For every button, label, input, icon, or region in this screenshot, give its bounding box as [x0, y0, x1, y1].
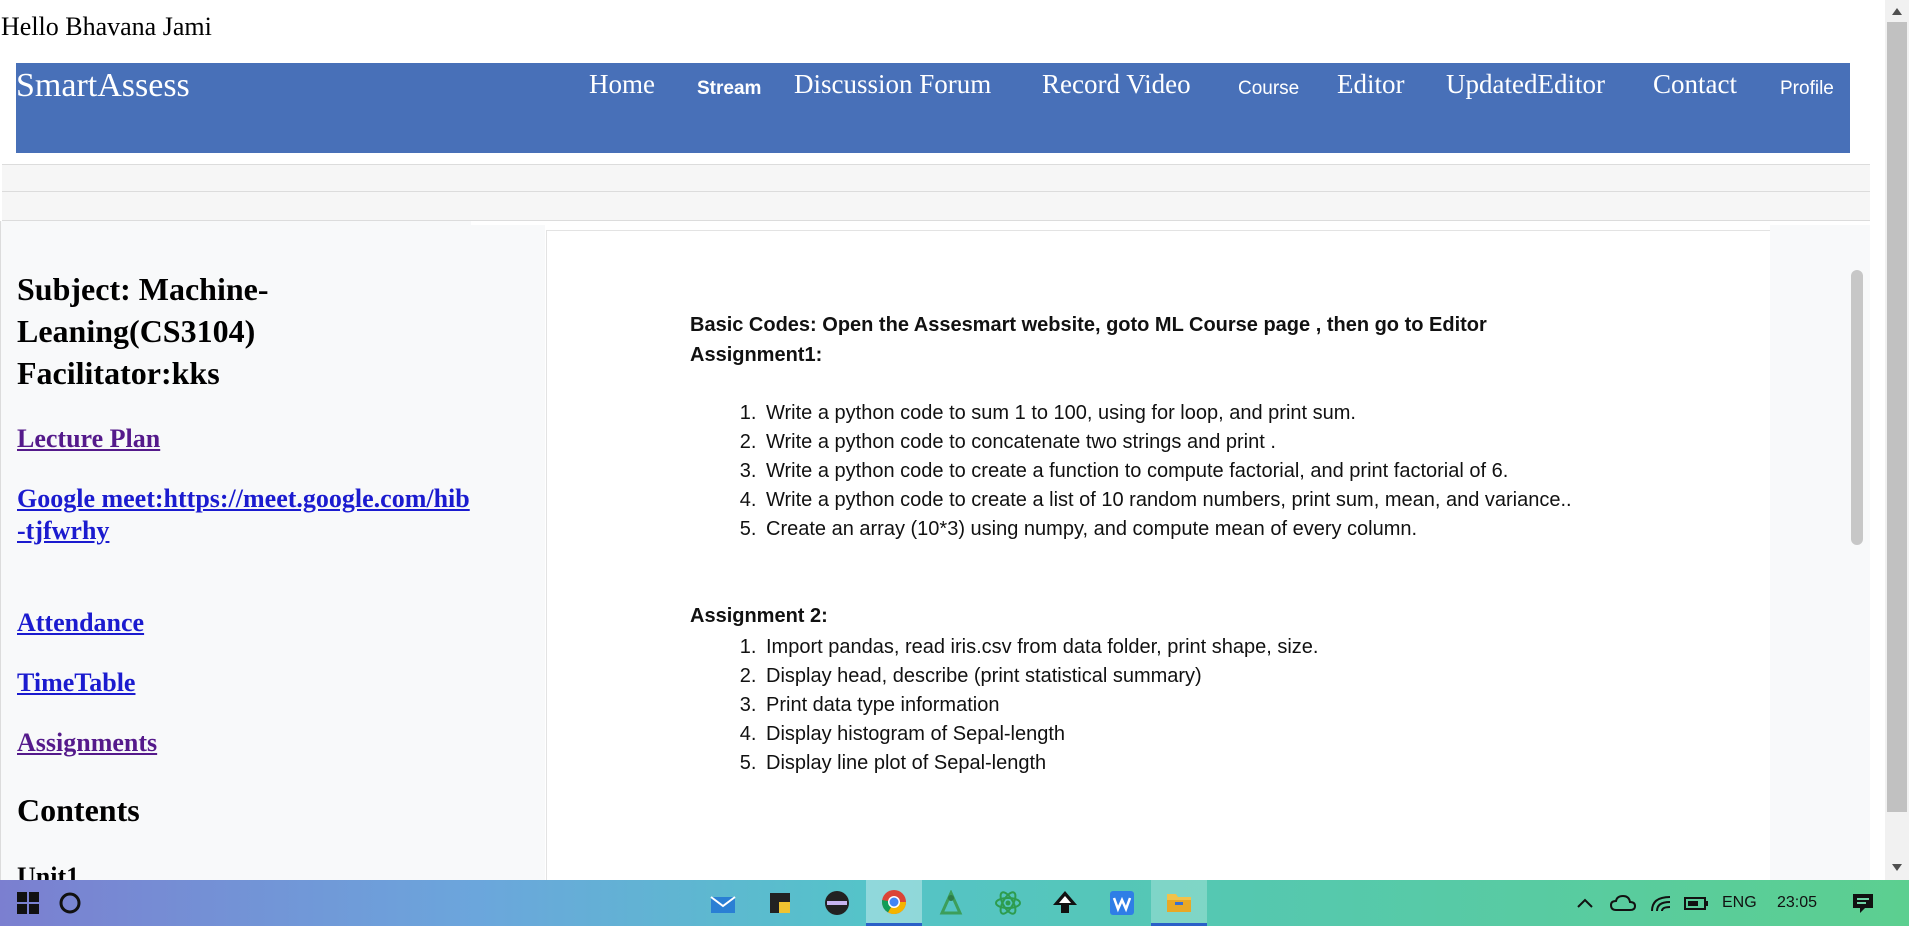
- inkscape-icon[interactable]: [1037, 880, 1093, 926]
- scroll-down-icon[interactable]: [1892, 864, 1902, 871]
- lecture-plan-link[interactable]: Lecture Plan: [17, 423, 477, 455]
- timetable-link[interactable]: TimeTable: [17, 667, 477, 699]
- navbar: SmartAssess Home Stream Discussion Forum…: [16, 63, 1850, 153]
- file-explorer-icon[interactable]: [1151, 880, 1207, 926]
- taskbar: ENG 23:05: [0, 880, 1909, 926]
- mail-icon[interactable]: [695, 880, 751, 926]
- brand-logo[interactable]: SmartAssess: [16, 67, 190, 105]
- media-icon[interactable]: [809, 880, 865, 926]
- nav-profile[interactable]: Profile: [1780, 78, 1834, 100]
- nav-home[interactable]: Home: [589, 69, 655, 100]
- gutter-left: [470, 225, 545, 881]
- nav-record-video[interactable]: Record Video: [1042, 69, 1191, 100]
- wifi-icon[interactable]: [1644, 880, 1678, 926]
- attendance-link[interactable]: Attendance: [17, 607, 477, 639]
- list-item: Print data type information: [762, 691, 1318, 720]
- atom-icon[interactable]: [980, 880, 1036, 926]
- contents-heading: Contents: [17, 792, 140, 828]
- facilitator-text: Facilitator:kks: [17, 355, 220, 391]
- assignment2-list: Import pandas, read iris.csv from data f…: [690, 633, 1318, 778]
- nav-discussion-forum[interactable]: Discussion Forum: [794, 69, 991, 100]
- onedrive-cloud-icon[interactable]: [1605, 880, 1641, 926]
- toolbar-band-secondary: [2, 192, 1870, 221]
- search-icon[interactable]: [42, 880, 98, 926]
- assignment2-title: Assignment 2:: [690, 605, 828, 627]
- subject-line-1: Subject: Machine-: [17, 271, 269, 307]
- scroll-up-icon[interactable]: [1892, 8, 1902, 15]
- clock-time[interactable]: 23:05: [1777, 894, 1817, 912]
- assignment1-list: Write a python code to sum 1 to 100, usi…: [690, 399, 1572, 544]
- list-item: Write a python code to create a function…: [762, 457, 1572, 486]
- nav-editor[interactable]: Editor: [1337, 69, 1405, 100]
- toolbar-band: [2, 164, 1870, 192]
- list-item: Create an array (10*3) using numpy, and …: [762, 515, 1572, 544]
- assignment1-title: Assignment1:: [690, 344, 823, 366]
- intro-heading: Basic Codes: Open the Assesmart website,…: [690, 310, 1487, 370]
- list-item: Write a python code to concatenate two s…: [762, 428, 1572, 457]
- assignments-link[interactable]: Assignments: [17, 727, 477, 759]
- language-indicator[interactable]: ENG: [1722, 894, 1757, 912]
- google-meet-link[interactable]: Google meet:https://meet.google.com/hib-…: [17, 483, 477, 547]
- page-scrollbar[interactable]: [1885, 0, 1909, 880]
- notifications-icon[interactable]: [1840, 880, 1886, 926]
- subject-heading: Subject: Machine- Leaning(CS3104) Facili…: [17, 268, 477, 394]
- list-item: Write a python code to sum 1 to 100, usi…: [762, 399, 1572, 428]
- list-item: Display line plot of Sepal-length: [762, 749, 1318, 778]
- nav-stream[interactable]: Stream: [697, 78, 761, 100]
- nav-updated-editor[interactable]: UpdatedEditor: [1446, 69, 1605, 100]
- sticky-notes-icon[interactable]: [752, 880, 808, 926]
- page-scrollbar-thumb[interactable]: [1887, 22, 1907, 812]
- nav-contact[interactable]: Contact: [1653, 69, 1737, 100]
- chrome-icon[interactable]: [866, 880, 922, 926]
- subject-line-2: Leaning(CS3104): [17, 313, 256, 349]
- chevron-up-icon[interactable]: [1570, 880, 1600, 926]
- list-item: Display histogram of Sepal-length: [762, 720, 1318, 749]
- intro-text: Basic Codes: Open the Assesmart website,…: [690, 314, 1487, 336]
- android-studio-icon[interactable]: [923, 880, 979, 926]
- wps-writer-icon[interactable]: [1094, 880, 1150, 926]
- greeting-text: Hello Bhavana Jami: [1, 12, 212, 41]
- inner-scrollbar-thumb[interactable]: [1851, 270, 1863, 545]
- nav-course[interactable]: Course: [1238, 78, 1299, 100]
- list-item: Write a python code to create a list of …: [762, 486, 1572, 515]
- list-item: Display head, describe (print statistica…: [762, 662, 1318, 691]
- battery-icon[interactable]: [1680, 880, 1714, 926]
- list-item: Import pandas, read iris.csv from data f…: [762, 633, 1318, 662]
